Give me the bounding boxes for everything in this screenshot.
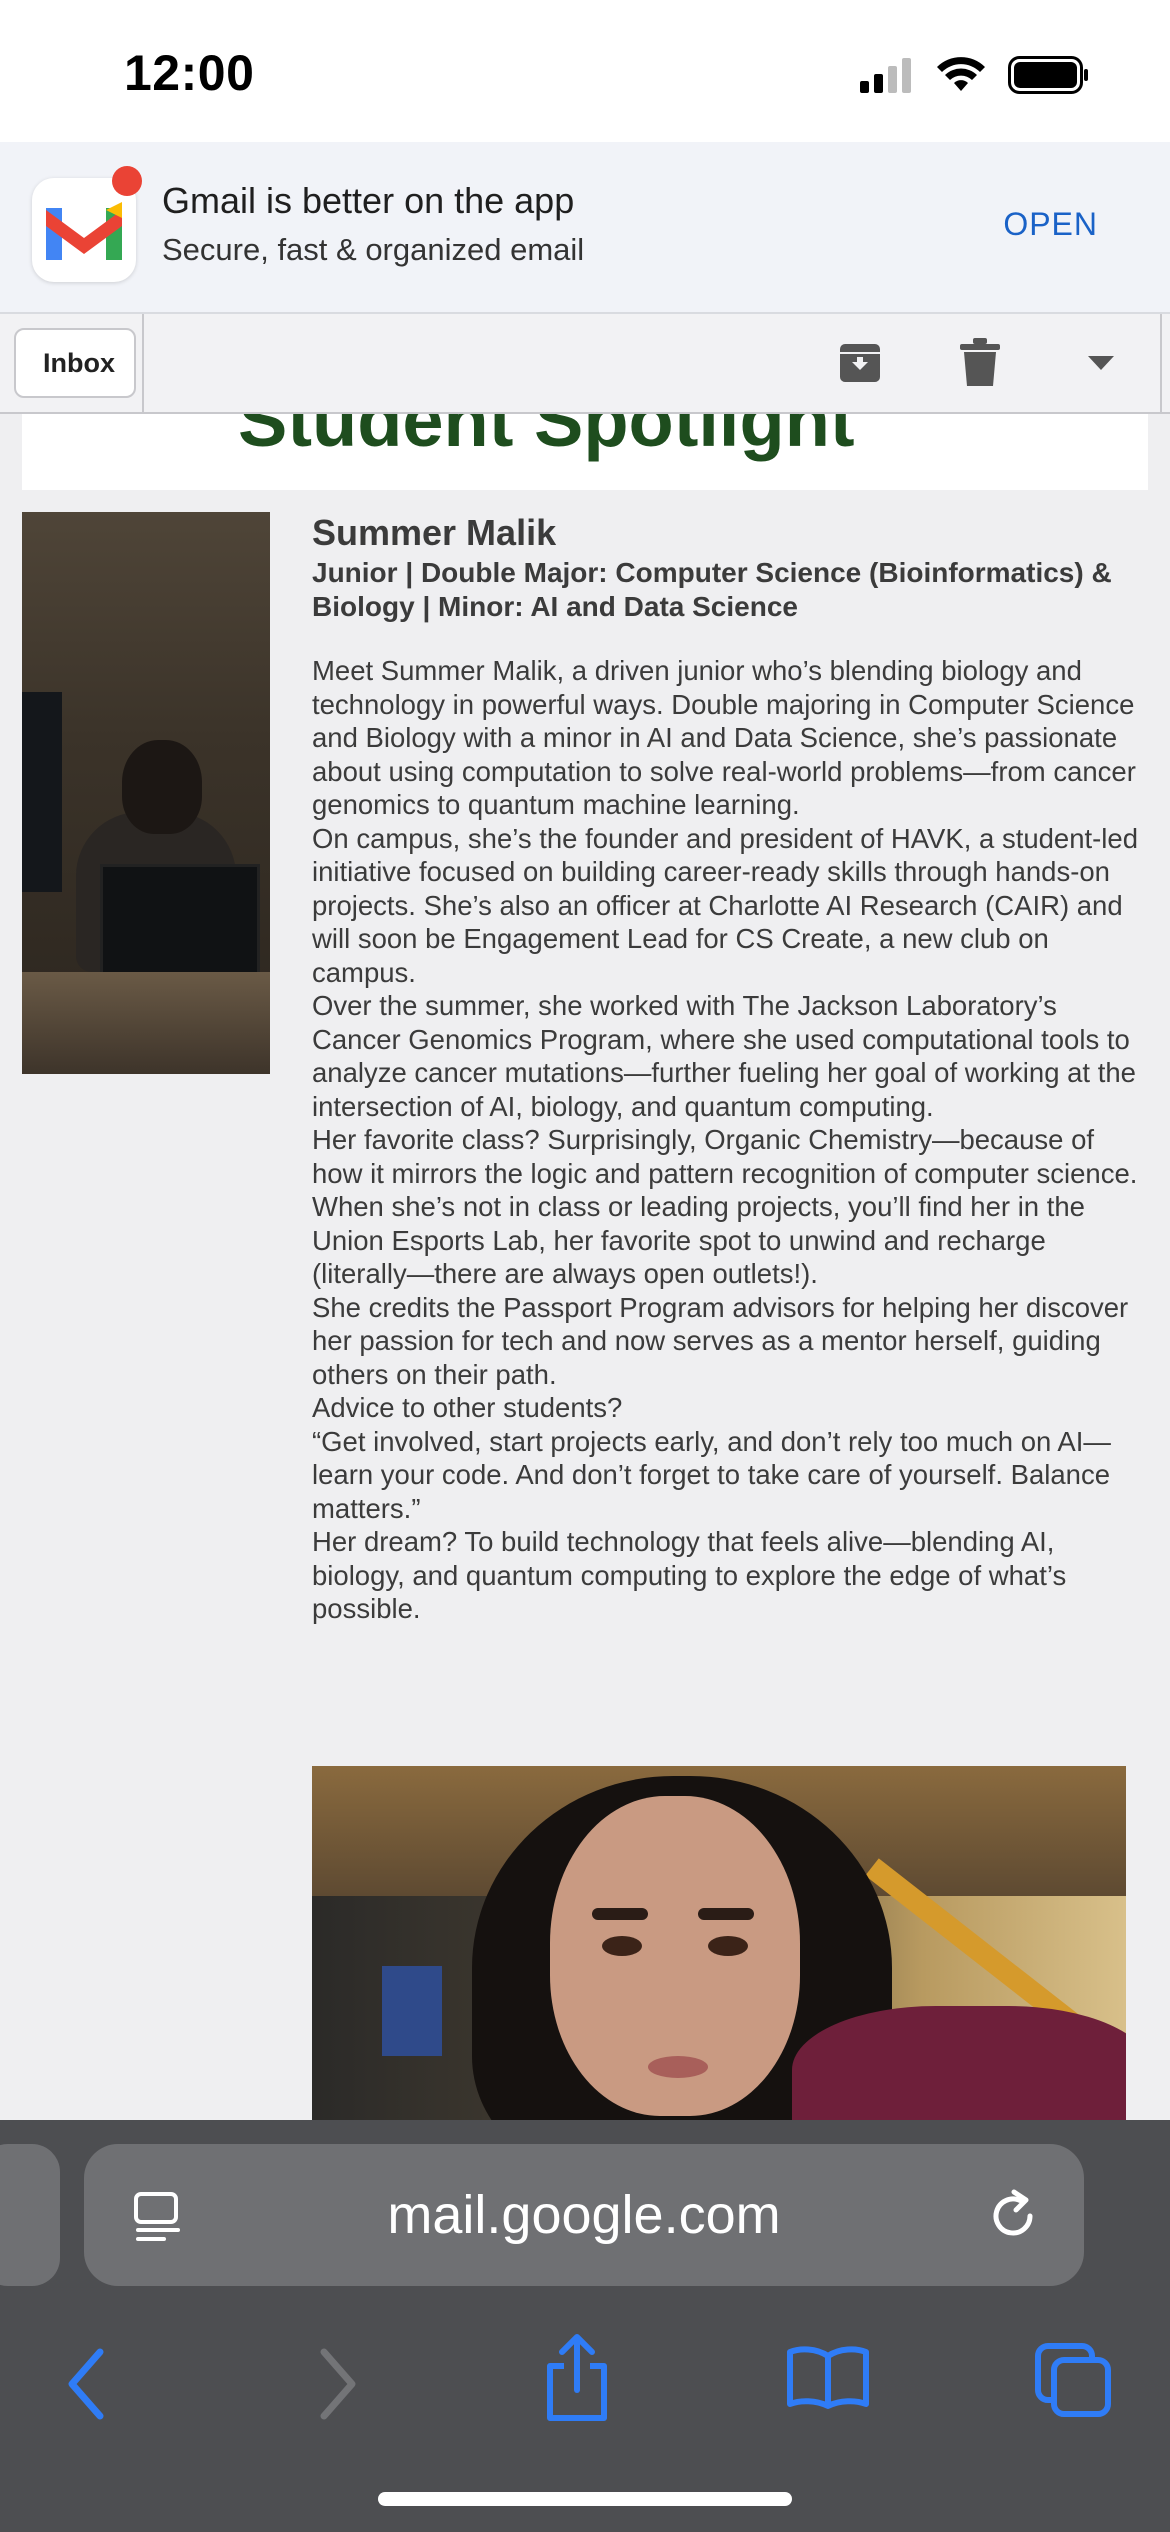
forward-arrow-icon[interactable] [312,2346,362,2422]
previous-tab-pill[interactable] [0,2144,60,2286]
open-app-button[interactable]: OPEN [1003,206,1098,243]
student-majors: Junior | Double Major: Computer Science … [312,557,1112,622]
article-paragraph: Her dream? To build technology that feel… [312,1526,1067,1624]
reload-icon[interactable] [986,2188,1042,2244]
toolbar-divider [142,314,144,414]
tabs-icon[interactable] [1034,2342,1114,2418]
url-text: mail.google.com [387,2185,781,2245]
article-paragraph: Advice to other students? [312,1392,623,1423]
banner-subtitle: Secure, fast & organized email [162,232,585,267]
status-time: 12:00 [124,45,255,101]
notification-dot [112,166,142,196]
article-paragraph: On campus, she’s the founder and preside… [312,822,1139,988]
app-promo-banner: Gmail is better on the app Secure, fast … [0,142,1170,314]
browser-nav-row [0,2316,1170,2456]
share-icon[interactable] [542,2332,612,2422]
address-bar[interactable]: mail.google.com [84,2144,1084,2286]
spotlight-title: Student Spotlight [238,414,855,462]
email-body: Student Spotlight Summer Malik Junior | … [0,414,1170,2120]
toolbar-divider [1160,314,1162,414]
article-paragraph: Her favorite class? Surprisingly, Organi… [312,1124,1138,1189]
article-paragraph: Over the summer, she worked with The Jac… [312,990,1136,1122]
spotlight-header: Student Spotlight [22,414,1148,490]
article-paragraph: Meet Summer Malik, a driven junior who’s… [312,655,1136,820]
article-paragraph: She credits the Passport Program advisor… [312,1291,1129,1390]
battery-icon [1008,56,1088,94]
back-to-inbox-button[interactable]: Inbox [14,328,136,398]
status-icons [858,56,1090,94]
status-bar: 12:00 [0,0,1170,142]
article-paragraph: When she’s not in class or leading proje… [312,1191,1085,1289]
email-toolbar: Inbox [0,314,1170,414]
student-name: Summer Malik [312,512,557,553]
archive-icon[interactable] [836,338,884,386]
home-indicator [378,2492,792,2506]
back-arrow-icon[interactable] [62,2346,112,2422]
trash-icon[interactable] [958,338,1002,388]
student-portrait-photo [312,1766,1126,2120]
browser-bottom-bar: mail.google.com [0,2120,1170,2532]
wifi-icon [937,57,985,91]
student-photo-at-computer [22,512,270,1074]
dropdown-arrow-icon[interactable] [1086,354,1116,372]
signal-icon [860,58,911,93]
article-paragraph: “Get involved, start projects early, and… [312,1425,1111,1524]
bookmarks-icon[interactable] [786,2344,870,2410]
spotlight-article: Meet Summer Malik, a driven junior who’s… [312,654,1142,1626]
banner-title: Gmail is better on the app [162,180,575,221]
